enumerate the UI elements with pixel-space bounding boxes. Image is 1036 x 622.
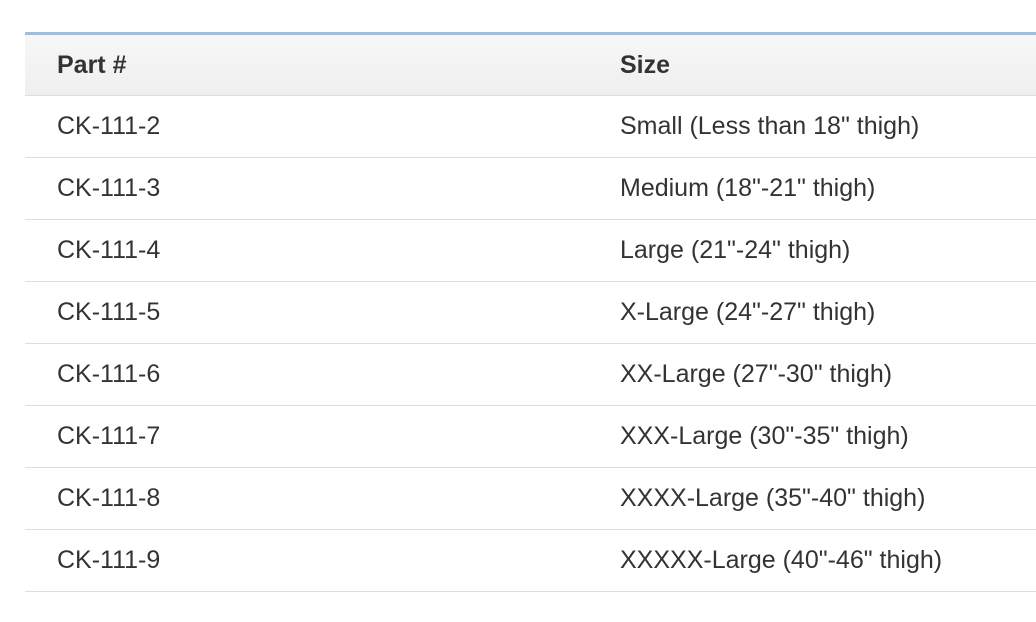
- table-row: CK-111-2 Small (Less than 18" thigh): [25, 96, 1036, 158]
- table-row: CK-111-4 Large (21"-24" thigh): [25, 220, 1036, 282]
- size-cell: Large (21"-24" thigh): [620, 236, 851, 264]
- size-cell: XXXXX-Large (40"-46" thigh): [620, 546, 943, 574]
- size-cell: XXX-Large (30"-35" thigh): [620, 422, 909, 450]
- size-cell: Medium (18"-21" thigh): [620, 174, 876, 202]
- header-size: Size: [620, 50, 671, 79]
- size-cell: XXXX-Large (35"-40" thigh): [620, 484, 926, 512]
- table-header-row: Part # Size: [25, 35, 1036, 96]
- table-row: CK-111-5 X-Large (24"-27" thigh): [25, 282, 1036, 344]
- part-number-cell: CK-111-7: [57, 422, 161, 450]
- size-cell: XX-Large (27"-30" thigh): [620, 360, 893, 388]
- part-number-cell: CK-111-8: [57, 484, 161, 512]
- table-row: CK-111-6 XX-Large (27"-30" thigh): [25, 344, 1036, 406]
- header-part-number: Part #: [57, 50, 127, 79]
- part-number-cell: CK-111-3: [57, 174, 161, 202]
- part-number-cell: CK-111-2: [57, 112, 161, 140]
- size-cell: X-Large (24"-27" thigh): [620, 298, 876, 326]
- part-number-cell: CK-111-5: [57, 298, 161, 326]
- table-row: CK-111-3 Medium (18"-21" thigh): [25, 158, 1036, 220]
- size-cell: Small (Less than 18" thigh): [620, 112, 920, 140]
- table-row: CK-111-9 XXXXX-Large (40"-46" thigh): [25, 530, 1036, 592]
- table-row: CK-111-7 XXX-Large (30"-35" thigh): [25, 406, 1036, 468]
- part-number-cell: CK-111-9: [57, 546, 161, 574]
- size-table: Part # Size CK-111-2 Small (Less than 18…: [25, 32, 1036, 592]
- table-row: CK-111-8 XXXX-Large (35"-40" thigh): [25, 468, 1036, 530]
- part-number-cell: CK-111-6: [57, 360, 161, 388]
- part-number-cell: CK-111-4: [57, 236, 161, 264]
